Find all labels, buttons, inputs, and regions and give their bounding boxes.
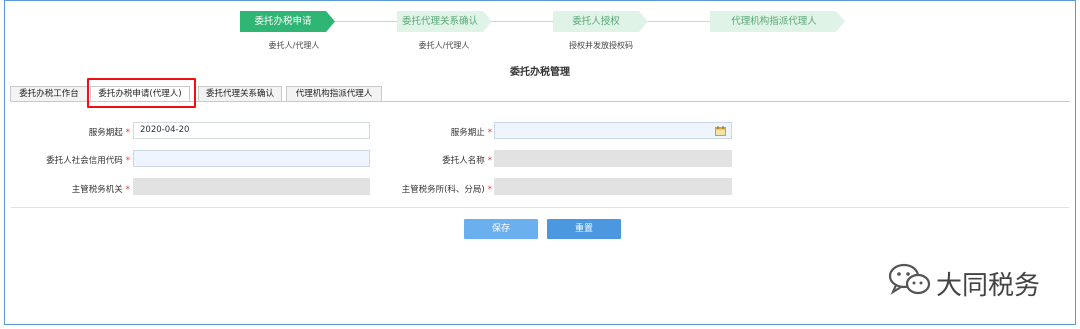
tax-office-label: 主管税务所(科、分局) * (401, 185, 492, 195)
tab-relationship-confirm[interactable]: 委托代理关系确认 (198, 86, 282, 101)
page-title: 委托办税管理 (510, 67, 570, 78)
credit-code-label: 委托人社会信用代码 * (46, 156, 130, 166)
tax-authority-label: 主管税务机关 * (71, 185, 130, 195)
watermark: 大同税务 (888, 262, 1040, 302)
tab-assign-agent[interactable]: 代理机构指派代理人 (286, 86, 382, 101)
reset-button[interactable]: 重置 (547, 219, 621, 239)
wechat-icon (888, 263, 931, 295)
watermark-text: 大同税务 (936, 271, 1041, 301)
required-mark: * (125, 156, 130, 166)
service-start-label: 服务期起 * (88, 128, 130, 138)
highlight-annotation (87, 78, 196, 108)
step-sub-label: 委托人/代理人 (268, 41, 320, 50)
service-end-input[interactable] (494, 122, 732, 139)
required-mark: * (487, 185, 492, 195)
required-mark: * (487, 156, 492, 166)
step-2: 委托代理关系确认 (397, 11, 492, 32)
step-connector (484, 21, 556, 22)
required-mark: * (125, 128, 130, 138)
step-4: 代理机构指派代理人 (710, 11, 850, 32)
client-name-label: 委托人名称 * (442, 156, 492, 166)
step-sub-label: 授权并发放授权码 (569, 41, 633, 50)
step-sub-label: 委托人/代理人 (418, 41, 470, 50)
service-end-label: 服务期止 * (450, 128, 492, 138)
step-label: 委托人授权 (572, 16, 620, 27)
step-label: 代理机构指派代理人 (731, 16, 817, 27)
required-mark: * (125, 185, 130, 195)
step-3: 委托人授权 (553, 11, 648, 32)
tab-workbench[interactable]: 委托办税工作台 (10, 86, 88, 101)
step-label: 委托办税申请 (254, 16, 312, 27)
tax-authority-input (133, 178, 370, 195)
step-1: 委托办税申请 (240, 11, 335, 32)
save-button[interactable]: 保存 (464, 219, 538, 239)
service-start-input[interactable]: 2020-04-20 (133, 122, 370, 139)
step-connector (326, 21, 400, 22)
step-label: 委托代理关系确认 (401, 16, 478, 27)
calendar-icon[interactable] (715, 126, 726, 136)
required-mark: * (487, 128, 492, 138)
credit-code-input[interactable] (133, 150, 370, 167)
step-connector (644, 21, 714, 22)
tax-office-input (494, 178, 732, 195)
client-name-input (494, 150, 732, 167)
